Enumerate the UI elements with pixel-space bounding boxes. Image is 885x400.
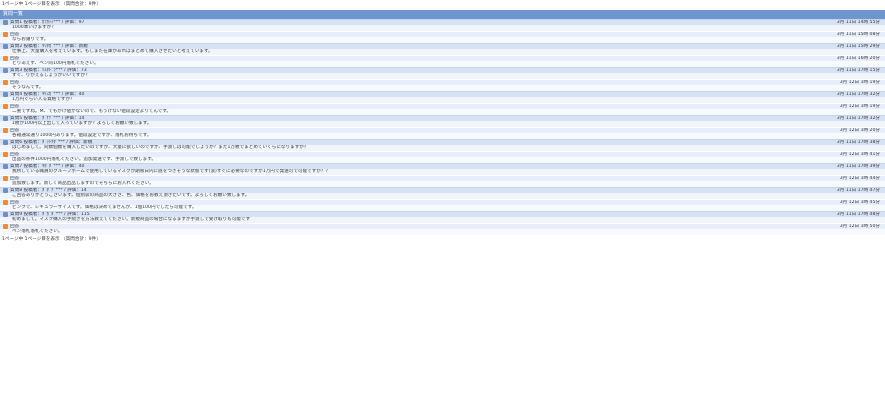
answer-body: そうなんです。 xyxy=(0,85,885,91)
answer-body-text: 出品の条件1000円落札ください。追加発送です、手渡しで致します。 xyxy=(12,157,156,162)
answer-body-text: 各箱通常通り1000円あります。値段設定ですが、落札お待ちです。 xyxy=(12,133,152,138)
question-body: すぐ、りかえるしょうがいいですか？ xyxy=(0,73,885,79)
answer-body: とりあえず、ペン同100円落札ください。 xyxy=(0,61,885,67)
question-body-text: すぐ、りかえるしょうがいいですか？ xyxy=(12,73,90,78)
question-body: 1万円ぐらい入る資格ですか？ xyxy=(0,97,885,103)
answer-body-text: そうなんです。 xyxy=(12,85,44,90)
question-body-text: 1000本いけますか？ xyxy=(12,25,56,30)
question-body-text: 仕事上、大量購入を考えています。もしまだ在庫があればまとめて購入させたいと考えて… xyxy=(12,49,213,54)
question-body: 我所している職員のグループホームで使用しているマスクが期限日内に底をつきそうな状… xyxy=(0,169,885,175)
answer-body-text: 二重ですね。M、でもかけ値がないので、もうけない値段設定よりてんです。 xyxy=(12,109,172,114)
question-body: はじめまして。同数個数を購入したいのですが、大量に欲しいのですが、手渡しは可能で… xyxy=(0,145,885,151)
question-list: 質問一覧 質問1 投稿者：ｶﾗｶｯｯ*** / 評価：97 3月 11日 14時 … xyxy=(0,10,885,235)
question-body-text: 初めまして。マスク購入の手続きを方法教えてください。新規商品の場合になるますが手… xyxy=(12,217,251,222)
question-body: 1000本いけますか？ xyxy=(0,25,885,31)
question-body: ご回答ありがとうございます。個別袋の商品の大きさ、色、価格をお教え頂きたいです。… xyxy=(0,193,885,199)
pager-top: 1ページ中 1ページ目を表示 （質問合計：9件） xyxy=(2,2,101,7)
answer-body-text: とりあえず、ペン同100円落札ください。 xyxy=(12,61,99,66)
question-items: 質問1 投稿者：ｶﾗｶｯｯ*** / 評価：97 3月 11日 14時 55分 10… xyxy=(0,19,885,235)
question-body: 初めまして。マスク購入の手続きを方法教えてください。新規商品の場合になるますが手… xyxy=(0,217,885,223)
question-body: 仕事上、大量購入を考えています。もしまだ在庫があればまとめて購入させたいと考えて… xyxy=(0,49,885,55)
question-body-text: 1枚が100円以上出して入っていますか？よろしくお願い致します。 xyxy=(12,121,152,126)
answer-body: ペン落札落札ください。 xyxy=(0,229,885,235)
answer-body: 二重ですね。M、でもかけ値がないので、もうけない値段設定よりてんです。 xyxy=(0,109,885,115)
answer-body: ピンクで、レギュラーサイズです。価格は決めてませんが、1個100円でしたら可能で… xyxy=(0,205,885,211)
answer-body: 出品の条件1000円落札ください。追加発送です、手渡しで致します。 xyxy=(0,157,885,163)
question-body-text: ご回答ありがとうございます。個別袋の商品の大きさ、色、価格をお教え頂きたいです。… xyxy=(12,193,250,198)
answer-body: ならお譲りです。 xyxy=(0,37,885,43)
question-body: 1枚が100円以上出して入っていますか？よろしくお願い致します。 xyxy=(0,121,885,127)
question-body-text: はじめまして。同数個数を購入したいのですが、大量に欲しいのですが、手渡しは可能で… xyxy=(12,145,309,150)
pager-bottom: 1ページ中 1ページ目を表示 （質問合計：9件） xyxy=(2,237,101,242)
answer-body: 各箱通常通り1000円あります。値段設定ですが、落札お待ちです。 xyxy=(0,133,885,139)
answer-body-text: ピンクで、レギュラーサイズです。価格は決めてませんが、1個100円でしたら可能で… xyxy=(12,205,197,210)
answer-body-text: ならお譲りです。 xyxy=(12,37,49,42)
question-body-text: 1万円ぐらい入る資格ですか？ xyxy=(12,97,75,102)
list-header-title: 質問一覧 xyxy=(0,10,885,19)
answer-body: 追加致します。新しく商品出品しますのでそちらにお入れください。 xyxy=(0,181,885,187)
question-body-text: 我所している職員のグループホームで使用しているマスクが期限日内に底をつきそうな状… xyxy=(12,169,331,174)
answer-body-text: 追加致します。新しく商品出品しますのでそちらにお入れください。 xyxy=(12,181,154,186)
answer-body-text: ペン落札落札ください。 xyxy=(12,229,63,234)
